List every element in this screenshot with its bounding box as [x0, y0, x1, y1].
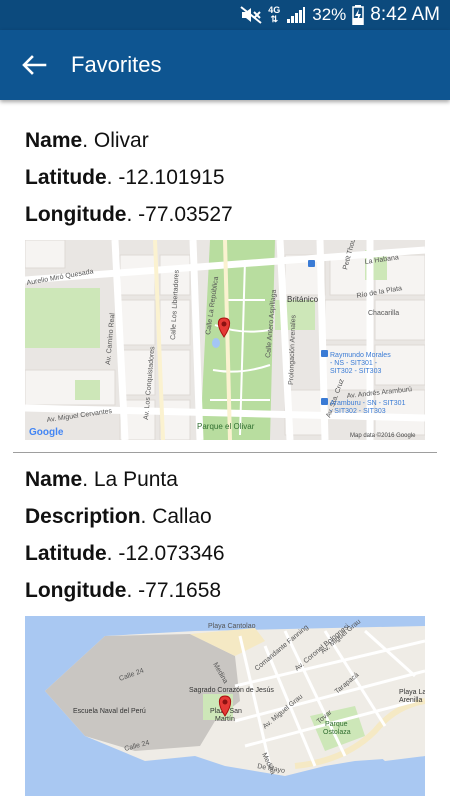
signal-icon: [286, 6, 306, 24]
svg-text:Británico: Británico: [287, 295, 319, 304]
longitude-row: Longitude. -77.1658: [25, 579, 222, 602]
svg-text:Playa La: Playa La: [399, 689, 425, 696]
app-bar: Favorites: [0, 30, 450, 100]
map-view[interactable]: Aurelio Miró Quesada Av. Camino Real Cal…: [25, 240, 425, 440]
svg-text:Parque: Parque: [325, 721, 348, 728]
svg-text:SIT302 - SIT303: SIT302 - SIT303: [330, 368, 381, 375]
mute-icon: [240, 6, 262, 24]
latitude-row: Latitude. -12.101915: [25, 166, 225, 189]
svg-text:Raymundo Morales: Raymundo Morales: [330, 352, 391, 359]
svg-text:Ostolaza: Ostolaza: [323, 729, 351, 736]
back-button[interactable]: [16, 48, 52, 82]
longitude-row: Longitude. -77.03527: [25, 203, 233, 226]
clock: 8:42 AM: [370, 4, 440, 25]
status-bar: 4G ⇅ 32% 8:42 AM: [0, 0, 450, 30]
favorite-item[interactable]: Name. Olivar Latitude. -12.101915 Longit…: [0, 100, 450, 440]
map-logo: Google: [29, 427, 64, 438]
battery-percent: 32%: [312, 5, 347, 24]
svg-text:Escuela Naval del Perú: Escuela Naval del Perú: [73, 708, 146, 715]
svg-text:Playa Cantolao: Playa Cantolao: [208, 623, 256, 630]
battery-charging-icon: [352, 5, 365, 25]
svg-text:- SIT302 - SIT303: - SIT302 - SIT303: [330, 408, 386, 415]
svg-text:Parque el Olivar: Parque el Olivar: [197, 422, 255, 431]
svg-text:Arenilla: Arenilla: [399, 697, 422, 704]
name-row: Name. Olivar: [25, 129, 149, 152]
map-view[interactable]: Playa Cantolao Calle 24 Calle 24 Medina …: [25, 616, 425, 796]
map-attribution: Map data ©2016 Google: [350, 432, 416, 439]
name-row: Name. La Punta: [25, 468, 178, 491]
favorite-item[interactable]: Name. La Punta Description. Callao Latit…: [0, 453, 450, 796]
svg-text:Chacarilla: Chacarilla: [368, 310, 399, 317]
svg-text:Martín: Martín: [215, 716, 235, 723]
description-row: Description. Callao: [25, 505, 212, 528]
svg-text:Sagrado Corazón de Jesús: Sagrado Corazón de Jesús: [189, 687, 274, 694]
network-4g-icon: 4G ⇅: [268, 5, 281, 24]
svg-text:Aramburu - SN - SIT301: Aramburu - SN - SIT301: [330, 400, 406, 407]
page-title: Favorites: [71, 52, 162, 77]
svg-text:- NS - SIT301 -: - NS - SIT301 -: [330, 360, 378, 367]
arrow-left-icon: [22, 55, 47, 75]
favorites-list: Name. Olivar Latitude. -12.101915 Longit…: [0, 100, 450, 796]
latitude-row: Latitude. -12.073346: [25, 542, 225, 565]
